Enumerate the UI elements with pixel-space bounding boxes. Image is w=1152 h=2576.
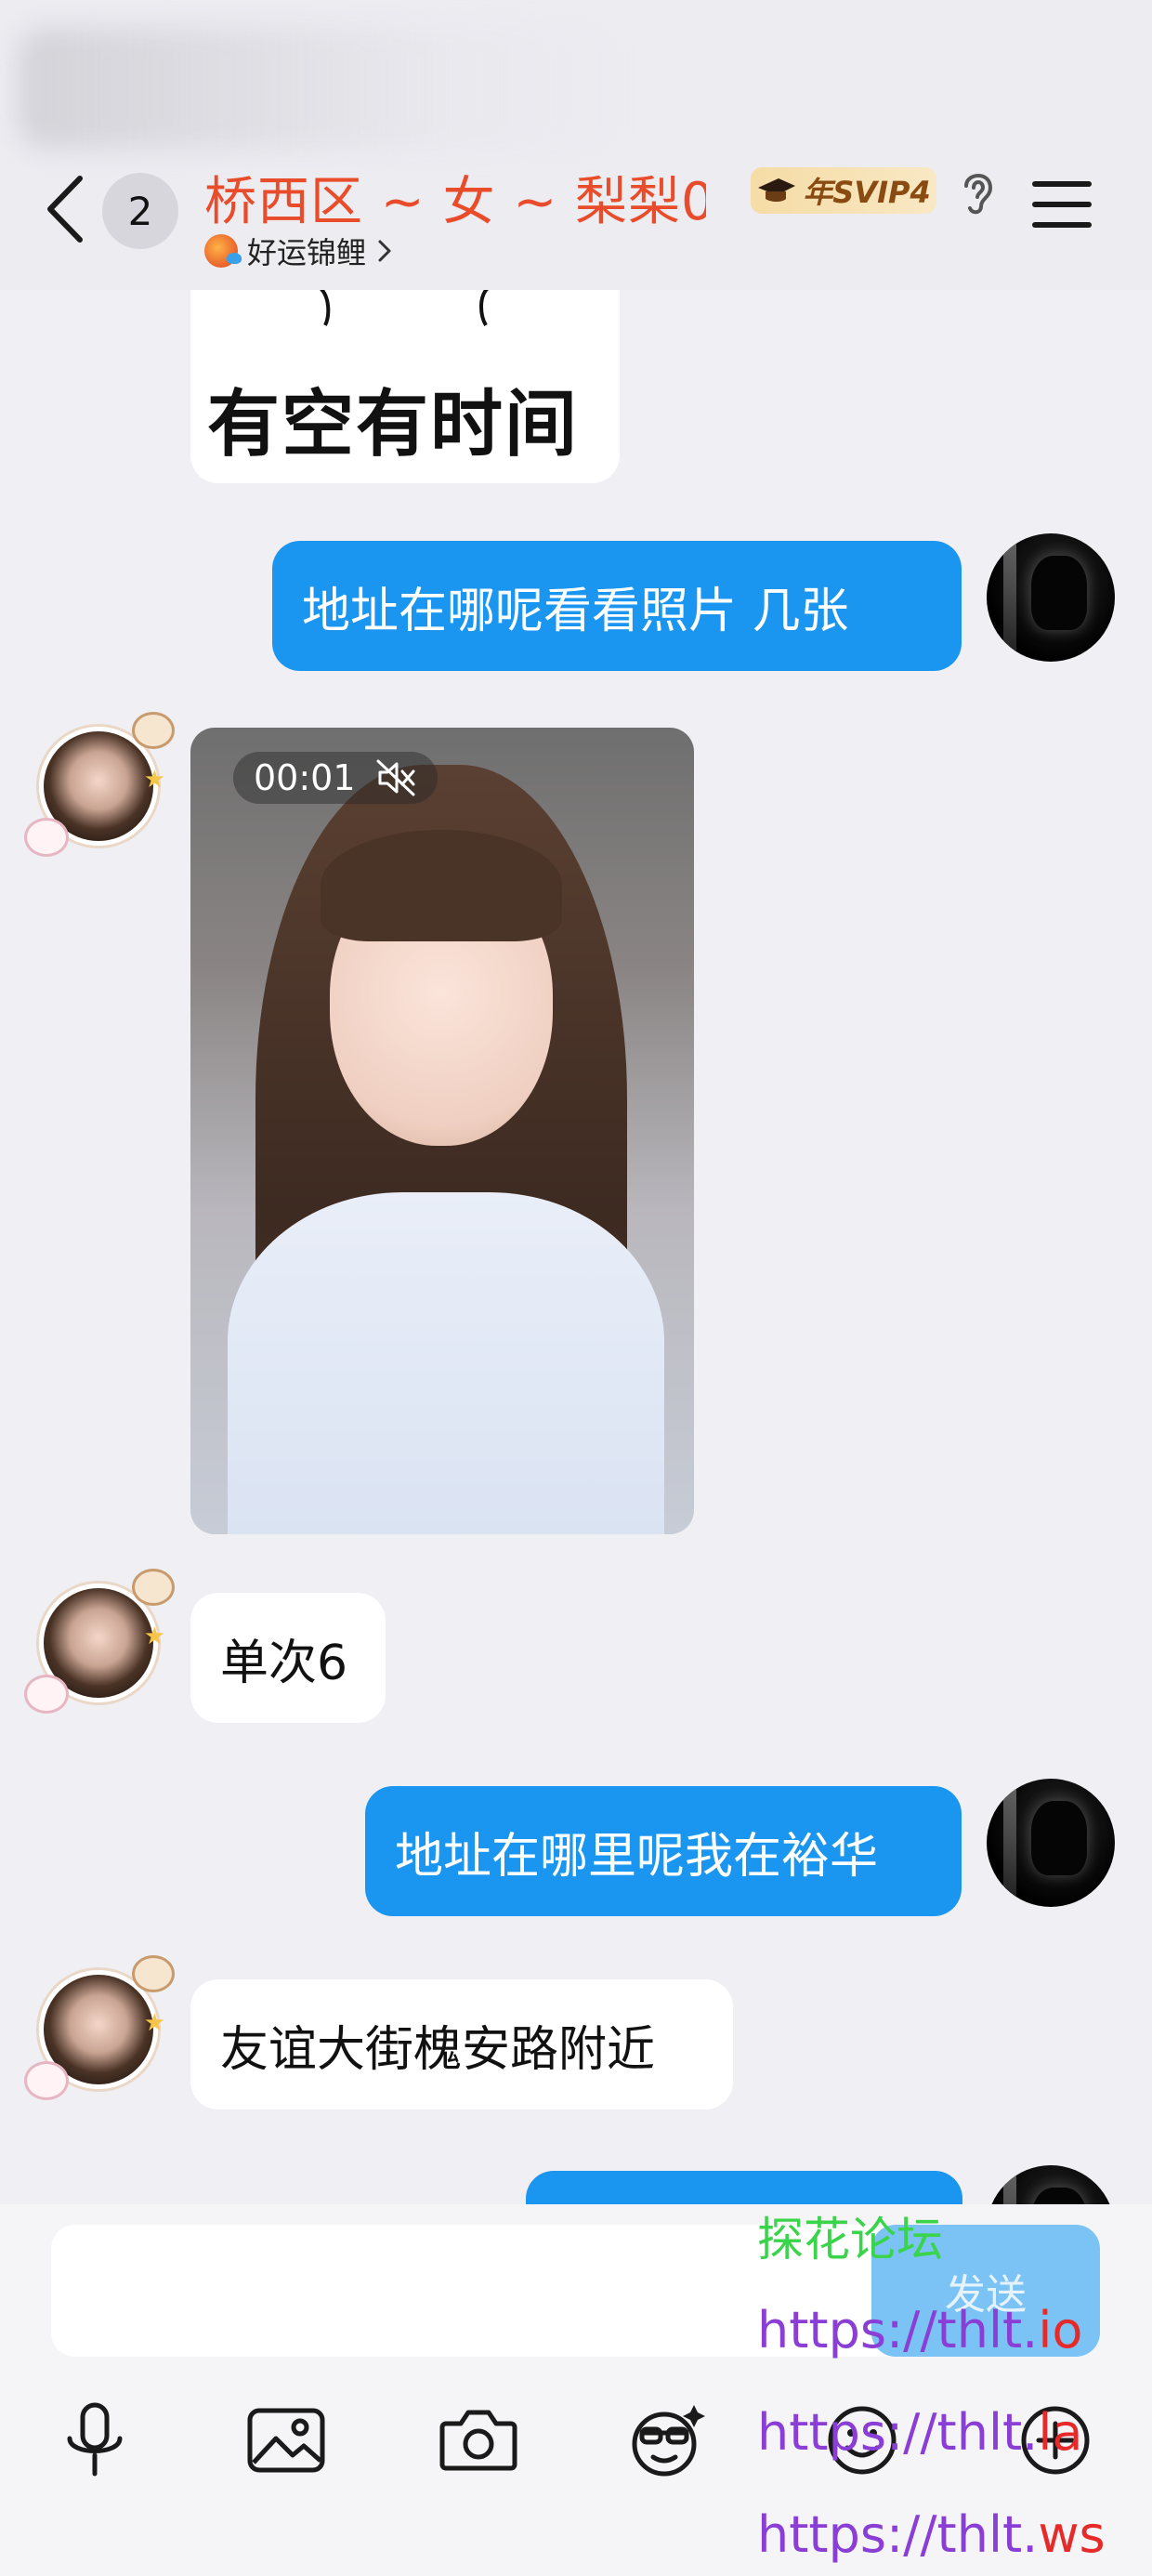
watermark-title: 探花论坛	[757, 2213, 943, 2267]
unread-count-badge[interactable]: 2	[102, 173, 178, 249]
sticker-caption: 有空有时间	[207, 383, 580, 467]
photo-album-button[interactable]	[240, 2394, 333, 2487]
microphone-icon	[67, 2402, 123, 2477]
ear-icon	[964, 174, 993, 215]
chevron-left-icon	[47, 176, 83, 243]
contact-avatar[interactable]: ★	[20, 706, 178, 864]
more-menu-button[interactable]	[1031, 178, 1093, 230]
graduation-cap-icon	[758, 178, 796, 202]
koi-fish-icon	[204, 234, 242, 268]
self-avatar[interactable]	[987, 1779, 1115, 1907]
message-bubble-incoming[interactable]: 友谊大街槐安路附近	[190, 1979, 733, 2109]
svip-badge[interactable]: 年SVIP4	[751, 167, 936, 214]
chevron-right-icon	[378, 240, 391, 262]
watermark-url-1-prefix: https://thlt.	[757, 2301, 1039, 2359]
message-bubble-outgoing[interactable]: 地址在哪里呢我在裕华	[365, 1786, 962, 1916]
bunny-decoration-icon	[24, 1675, 69, 1714]
image-icon	[247, 2408, 325, 2473]
watermark-url-1-suffix: io	[1038, 2301, 1083, 2359]
chat-header: 2 桥西区 ~ 女 ~ 梨梨0... 好运锦鲤 年SVIP4	[0, 0, 1152, 290]
bear-decoration-icon	[132, 1955, 175, 1992]
message-bubble-outgoing-partial[interactable]	[526, 2171, 962, 2204]
video-thumbnail-body	[228, 1192, 664, 1534]
video-thumbnail-bangs	[321, 830, 562, 941]
bear-decoration-icon	[132, 712, 175, 749]
sticker-icon	[632, 2405, 705, 2477]
bunny-decoration-icon	[24, 2061, 69, 2100]
message-list[interactable]: 有空有时间 地址在哪呢看看照片 几张 ★ 00:01 ★ 单次6 地址在哪里呢我…	[0, 0, 1152, 2204]
chat-title[interactable]: 桥西区 ~ 女 ~ 梨梨0...	[204, 160, 706, 235]
status-label: 好运锦鲤	[247, 235, 367, 270]
watermark-url-1: https://thlt.io	[757, 2301, 1082, 2359]
message-bubble-outgoing[interactable]: 地址在哪呢看看照片 几张	[272, 541, 962, 671]
video-info-pill: 00:01	[233, 752, 438, 804]
self-avatar[interactable]	[987, 533, 1115, 662]
watermark-url-2-suffix: la	[1038, 2403, 1083, 2462]
message-bubble-incoming[interactable]: 单次6	[190, 1593, 386, 1723]
camera-button[interactable]	[432, 2394, 525, 2487]
star-decoration-icon: ★	[143, 1623, 165, 1650]
hamburger-menu-icon	[1032, 181, 1092, 228]
sticker-button[interactable]	[621, 2394, 713, 2487]
star-decoration-icon: ★	[143, 2009, 165, 2037]
status-bar-blurred	[19, 28, 632, 149]
back-button[interactable]	[37, 167, 93, 251]
watermark-url-3-prefix: https://thlt.	[757, 2505, 1039, 2564]
contact-avatar[interactable]: ★	[20, 1950, 178, 2108]
watermark-url-3-suffix: ws	[1038, 2505, 1106, 2564]
bunny-decoration-icon	[24, 818, 69, 857]
svip-label: 年SVIP4	[803, 175, 931, 210]
camera-icon	[439, 2410, 517, 2471]
watermark-url-2: https://thlt.la	[757, 2403, 1082, 2462]
video-duration: 00:01	[254, 757, 356, 798]
star-decoration-icon: ★	[143, 766, 165, 794]
watermark-url-2-prefix: https://thlt.	[757, 2403, 1039, 2462]
contact-status[interactable]: 好运锦鲤	[204, 230, 394, 271]
voice-button[interactable]	[48, 2394, 141, 2487]
bear-decoration-icon	[132, 1569, 175, 1606]
watermark-url-3: https://thlt.ws	[757, 2505, 1106, 2564]
contact-avatar[interactable]: ★	[20, 1563, 178, 1721]
mute-icon	[376, 759, 415, 796]
ear-mode-button[interactable]	[955, 165, 1000, 217]
self-avatar[interactable]	[987, 2165, 1115, 2204]
video-message[interactable]: 00:01	[190, 728, 694, 1534]
